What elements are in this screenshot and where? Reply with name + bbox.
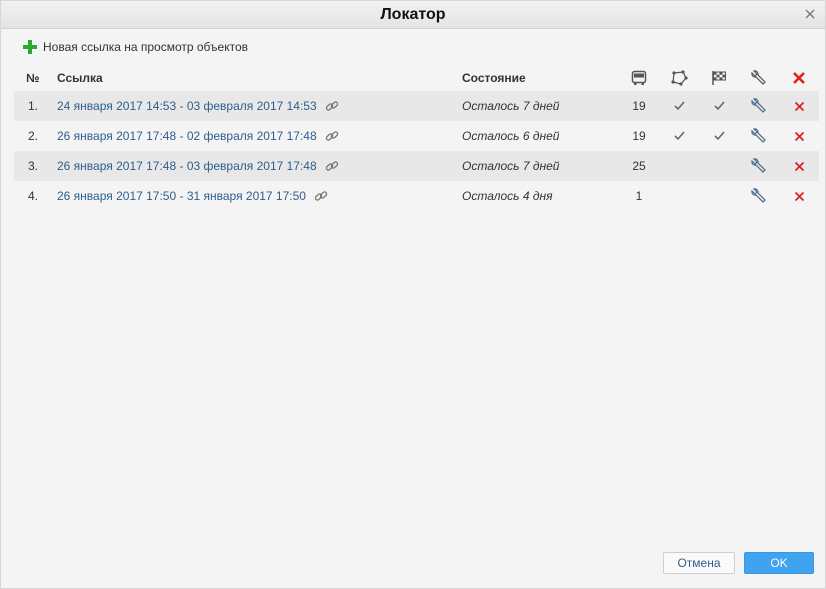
- table-row: 3. 26 января 2017 17:48 - 03 февраля 201…: [14, 151, 819, 181]
- check-icon: [674, 131, 685, 141]
- bus-icon: [631, 70, 647, 86]
- check-icon: [714, 131, 725, 141]
- row-finish-cell: [707, 121, 731, 151]
- chain-link-icon[interactable]: [325, 159, 339, 173]
- table-header: № Ссылка Состояние: [14, 65, 819, 91]
- locator-dialog: Локатор Новая ссылка на просмотр объекто…: [0, 0, 826, 589]
- dialog-title: Локатор: [1, 6, 825, 24]
- wrench-icon: [750, 97, 768, 115]
- delete-icon: [794, 101, 805, 112]
- row-delete-button[interactable]: [787, 121, 811, 151]
- check-icon: [714, 101, 725, 111]
- chain-link-icon[interactable]: [314, 189, 328, 203]
- add-link-button[interactable]: Новая ссылка на просмотр объектов: [23, 39, 248, 55]
- row-link[interactable]: 24 января 2017 14:53 - 03 февраля 2017 1…: [57, 99, 317, 113]
- row-number: 3.: [28, 151, 58, 181]
- row-edit-button[interactable]: [747, 121, 771, 151]
- row-link[interactable]: 26 января 2017 17:48 - 03 февраля 2017 1…: [57, 159, 317, 173]
- links-table: № Ссылка Состояние: [14, 65, 819, 211]
- wrench-icon: [750, 69, 768, 87]
- delete-icon: [794, 161, 805, 172]
- header-num: №: [26, 65, 56, 91]
- close-icon[interactable]: [804, 8, 816, 20]
- row-link[interactable]: 26 января 2017 17:50 - 31 января 2017 17…: [57, 189, 306, 203]
- row-count: 25: [622, 151, 656, 181]
- row-edit-button[interactable]: [747, 151, 771, 181]
- row-delete-button[interactable]: [787, 91, 811, 121]
- row-state: Осталось 7 дней: [462, 151, 612, 181]
- chain-link-icon[interactable]: [325, 99, 339, 113]
- row-number: 1.: [28, 91, 58, 121]
- row-link[interactable]: 26 января 2017 17:48 - 02 февраля 2017 1…: [57, 129, 317, 143]
- row-edit-button[interactable]: [747, 91, 771, 121]
- polygon-icon: [670, 70, 688, 86]
- row-edit-button[interactable]: [747, 181, 771, 211]
- add-link-label: Новая ссылка на просмотр объектов: [43, 40, 248, 54]
- row-finish-cell: [707, 91, 731, 121]
- row-delete-button[interactable]: [787, 181, 811, 211]
- row-count: 19: [622, 121, 656, 151]
- table-row: 2. 26 января 2017 17:48 - 02 февраля 201…: [14, 121, 819, 151]
- header-state: Состояние: [462, 65, 612, 91]
- ok-button[interactable]: OK: [744, 552, 814, 574]
- row-state: Осталось 7 дней: [462, 91, 612, 121]
- chain-link-icon[interactable]: [325, 129, 339, 143]
- check-icon: [674, 101, 685, 111]
- wrench-icon: [750, 157, 768, 175]
- row-finish-cell: [707, 181, 731, 211]
- row-state: Осталось 6 дней: [462, 121, 612, 151]
- row-track-cell: [667, 121, 691, 151]
- header-link: Ссылка: [57, 65, 457, 91]
- checkered-flag-icon: [711, 70, 727, 86]
- wrench-icon: [750, 187, 768, 205]
- row-state: Осталось 4 дня: [462, 181, 612, 211]
- row-count: 1: [622, 181, 656, 211]
- row-number: 2.: [28, 121, 58, 151]
- row-track-cell: [667, 151, 691, 181]
- row-track-cell: [667, 91, 691, 121]
- row-track-cell: [667, 181, 691, 211]
- delete-icon: [794, 131, 805, 142]
- table-row: 4. 26 января 2017 17:50 - 31 января 2017…: [14, 181, 819, 211]
- title-bar: Локатор: [1, 1, 825, 29]
- cancel-button[interactable]: Отмена: [663, 552, 735, 574]
- wrench-icon: [750, 127, 768, 145]
- row-finish-cell: [707, 151, 731, 181]
- plus-icon: [23, 40, 37, 54]
- row-delete-button[interactable]: [787, 151, 811, 181]
- row-count: 19: [622, 91, 656, 121]
- table-body: 1. 24 января 2017 14:53 - 03 февраля 201…: [14, 91, 819, 211]
- delete-all-icon: [792, 71, 806, 85]
- delete-icon: [794, 191, 805, 202]
- table-row: 1. 24 января 2017 14:53 - 03 февраля 201…: [14, 91, 819, 121]
- row-number: 4.: [28, 181, 58, 211]
